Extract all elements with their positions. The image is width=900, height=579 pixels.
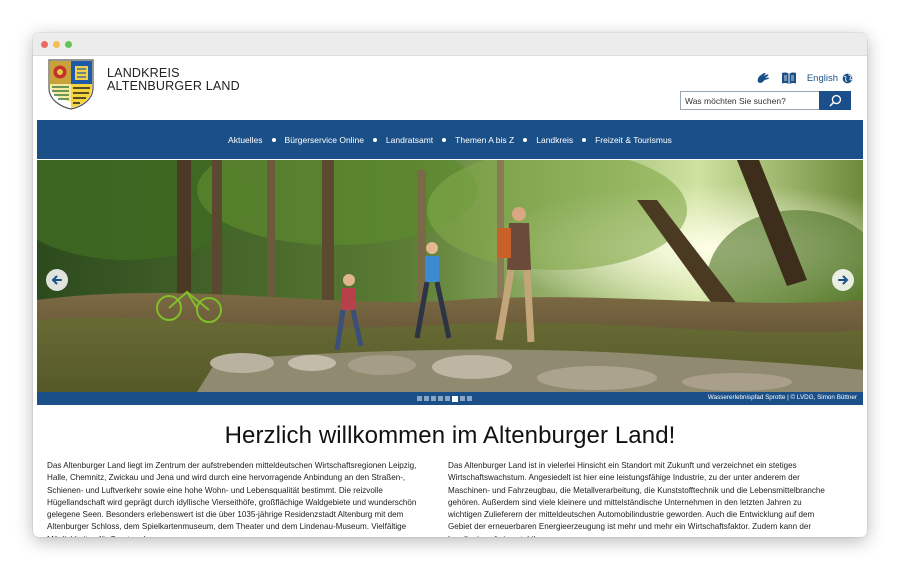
slider-prev-button[interactable] (46, 269, 68, 291)
nav-separator (271, 137, 276, 142)
nav-item-landratsamt[interactable]: Landratsamt (386, 135, 433, 145)
minimize-window-button[interactable] (53, 41, 60, 48)
nav-item-aktuelles[interactable]: Aktuelles (228, 135, 263, 145)
slide-indicator[interactable] (467, 396, 472, 401)
image-credit: Wassererlebnispfad Sprotte | © LVDG, Sim… (707, 394, 857, 401)
nav-link-label[interactable]: Aktuelles (228, 135, 263, 145)
sign-language-icon[interactable] (755, 70, 771, 86)
nav-item-buergerservice[interactable]: Bürgerservice Online (285, 135, 364, 145)
nav-separator (523, 137, 528, 142)
intro-paragraph: Das Altenburger Land liegt im Zentrum de… (47, 461, 417, 537)
globe-icon (842, 73, 853, 83)
nav-link-label[interactable]: Landkreis (536, 135, 573, 145)
intro-column-right: Das Altenburger Land ist in vielerlei Hi… (448, 460, 828, 537)
slide-indicator[interactable] (445, 396, 450, 401)
language-switch[interactable]: English (807, 73, 853, 84)
nav-item-landkreis[interactable]: Landkreis (536, 135, 573, 145)
main-navigation: Aktuelles Bürgerservice Online Landratsa… (37, 120, 863, 159)
maximize-window-button[interactable] (65, 41, 72, 48)
nav-link-label[interactable]: Freizeit & Tourismus (595, 135, 672, 145)
slider-next-button[interactable] (832, 269, 854, 291)
intro-paragraph: Das Altenburger Land ist in vielerlei Hi… (448, 461, 825, 537)
slide-indicator[interactable] (431, 396, 436, 401)
nav-separator (442, 137, 447, 142)
header-tools: English (755, 70, 853, 86)
browser-window: LANDKREIS ALTENBURGER LAND English Was m… (33, 33, 867, 537)
slide-indicator[interactable] (460, 396, 465, 401)
brand-line-2: ALTENBURGER LAND (107, 79, 240, 93)
language-label: English (806, 72, 838, 84)
nav-item-themen[interactable]: Themen A bis Z (455, 135, 514, 145)
search-input[interactable] (680, 91, 819, 110)
nav-link-label[interactable]: Themen A bis Z (455, 135, 514, 145)
nav-item-freizeit[interactable]: Freizeit & Tourismus (595, 135, 672, 145)
slide-indicator[interactable] (424, 396, 429, 401)
close-window-button[interactable] (41, 41, 48, 48)
slide-indicator[interactable] (438, 396, 443, 401)
easy-language-book-icon[interactable] (781, 70, 797, 86)
arrow-left-icon (51, 275, 62, 285)
nav-separator (372, 137, 377, 142)
slider-caption-bar: Wassererlebnispfad Sprotte | © LVDG, Sim… (37, 392, 863, 405)
site-search (680, 91, 851, 110)
hero-image-forest-hikers (37, 160, 863, 392)
slider-pagination (417, 395, 472, 402)
arrow-right-icon (838, 275, 849, 285)
nav-separator (582, 137, 587, 142)
slide-indicator-active[interactable] (452, 395, 458, 402)
coat-of-arms-logo[interactable] (47, 58, 95, 110)
nav-link-label[interactable]: Bürgerservice Online (285, 135, 364, 145)
window-titlebar (33, 33, 867, 56)
site-brand[interactable]: LANDKREIS ALTENBURGER LAND (107, 67, 240, 93)
hero-slider (37, 160, 863, 392)
search-icon (829, 94, 841, 107)
nav-link-label[interactable]: Landratsamt (386, 135, 433, 145)
page-title: Herzlich willkommen im Altenburger Land! (224, 422, 676, 449)
intro-column-left: Das Altenburger Land liegt im Zentrum de… (47, 460, 427, 537)
slide-indicator[interactable] (417, 396, 422, 401)
search-button[interactable] (819, 91, 851, 110)
